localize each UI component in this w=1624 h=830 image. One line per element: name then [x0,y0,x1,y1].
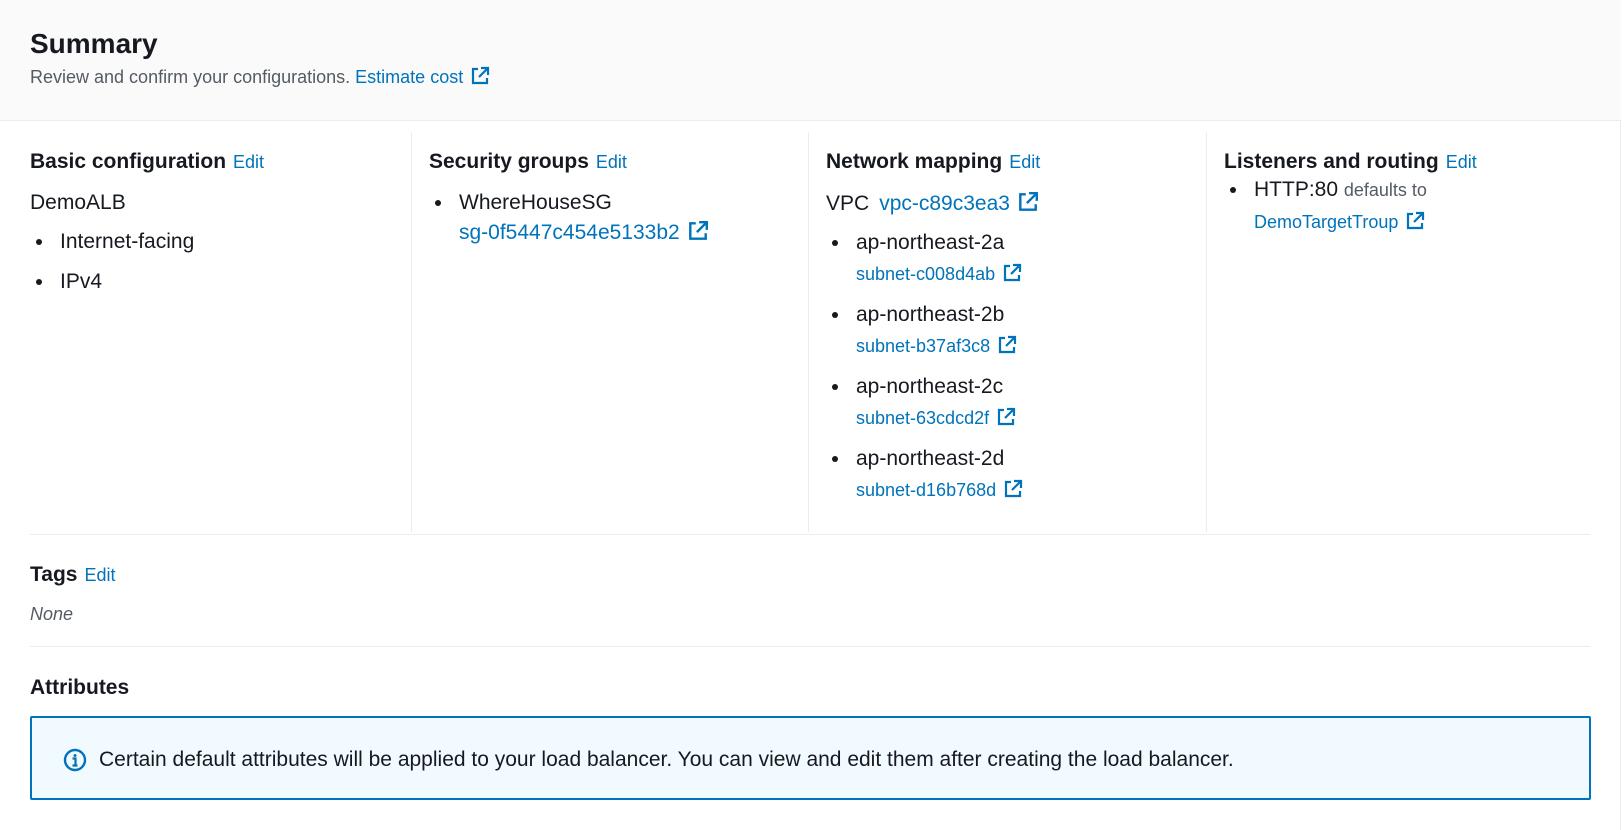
load-balancer-name: DemoALB [30,191,126,214]
subnet-id: subnet-63cdcd2f [856,408,990,428]
estimate-cost-label: Estimate cost [355,67,464,87]
listeners-routing-section: Listeners and routing Edit HTTP:80 defaul… [1206,132,1586,532]
network-mapping-heading: Network mapping Edit [826,150,1206,176]
vpc-label: VPC [826,192,870,215]
security-groups-list: WhereHouseSG sg-0f5447c454e5133b2 [429,189,809,246]
summary-panel: Summary Review and confirm your configur… [0,0,1621,830]
subnet-link[interactable]: subnet-c008d4ab [856,261,1206,288]
security-groups-section: Security groups Edit WhereHouseSG sg-0f54… [411,132,809,532]
listener-protocol-port: HTTP:80 [1254,178,1339,201]
external-link-icon [472,66,490,85]
attributes-info-message: Certain default attributes will be appli… [99,748,1234,771]
security-groups-heading: Security groups Edit [429,150,809,176]
summary-header: Summary Review and confirm your configur… [0,0,1621,121]
external-link-icon [1004,263,1022,282]
tags-heading-text: Tags [30,563,78,586]
external-link-icon [1019,191,1038,211]
availability-zone: ap-northeast-2a [856,231,1005,254]
security-group-name: WhereHouseSG [459,191,612,214]
external-link-icon [997,407,1016,426]
tags-heading: Tags Edit [30,563,116,587]
security-group-id-link[interactable]: sg-0f5447c454e5133b2 [459,219,809,246]
subnet-mapping-item: ap-northeast-2a subnet-c008d4ab [826,229,1206,288]
external-link-icon [1005,479,1023,498]
basic-configuration-heading: Basic configuration Edit [30,150,410,176]
subnet-link[interactable]: subnet-63cdcd2f [856,405,1206,432]
external-link-icon [999,335,1017,354]
listener-item: HTTP:80 defaults to DemoTargetTroup [1224,176,1586,236]
vpc-id-link[interactable]: vpc-c89c3ea3 [879,191,1039,215]
defaults-to-label: defaults to [1343,180,1427,200]
basic-configuration-edit-link[interactable]: Edit [233,152,264,172]
subnet-link[interactable]: subnet-d16b768d [856,477,1206,504]
basic-configuration-list: Internet-facing IPv4 [30,228,410,295]
subnet-mapping-item: ap-northeast-2d subnet-d16b768d [826,445,1206,504]
tags-value: None [30,604,74,624]
section-divider [30,646,1590,647]
info-icon [63,748,87,772]
target-group-link[interactable]: DemoTargetTroup [1254,209,1586,236]
subnet-id: subnet-b37af3c8 [856,336,991,356]
subnet-mapping-item: ap-northeast-2b subnet-b37af3c8 [826,301,1206,360]
subnet-mapping-list: ap-northeast-2a subnet-c008d4ab ap-north… [826,229,1206,504]
listeners-routing-edit-link[interactable]: Edit [1446,152,1477,172]
availability-zone: ap-northeast-2c [856,375,1004,398]
attributes-info-alert: Certain default attributes will be appli… [30,716,1591,800]
subnet-link[interactable]: subnet-b37af3c8 [856,333,1206,360]
network-mapping-edit-link[interactable]: Edit [1009,152,1040,172]
network-mapping-section: Network mapping Edit VPC vpc-c89c3ea3 ap-n… [808,132,1206,532]
basic-configuration-section: Basic configuration Edit DemoALB Internet… [30,132,410,532]
external-link-icon [1407,211,1425,230]
summary-description-text: Review and confirm your configurations. [30,67,351,87]
summary-title: Summary [30,28,158,59]
ip-address-type-item: IPv4 [30,268,410,295]
listeners-routing-heading-text: Listeners and routing [1224,150,1439,173]
security-group-id: sg-0f5447c454e5133b2 [459,221,680,244]
scheme-item: Internet-facing [30,228,410,255]
summary-description: Review and confirm your configurations. … [30,66,490,88]
security-groups-edit-link[interactable]: Edit [596,152,627,172]
vpc-row: VPC vpc-c89c3ea3 [826,191,1206,216]
tags-edit-link[interactable]: Edit [84,565,115,585]
security-groups-heading-text: Security groups [429,150,589,173]
basic-configuration-heading-text: Basic configuration [30,150,227,173]
availability-zone: ap-northeast-2b [856,303,1005,326]
listeners-list: HTTP:80 defaults to DemoTargetTroup [1224,176,1586,236]
section-divider [30,534,1590,535]
subnet-id: subnet-d16b768d [856,480,997,500]
external-link-icon [688,220,708,240]
attributes-heading: Attributes [30,676,130,699]
security-group-item: WhereHouseSG sg-0f5447c454e5133b2 [429,189,809,246]
network-mapping-heading-text: Network mapping [826,150,1003,173]
estimate-cost-link[interactable]: Estimate cost [355,66,490,87]
subnet-id: subnet-c008d4ab [856,264,996,284]
subnet-mapping-item: ap-northeast-2c subnet-63cdcd2f [826,373,1206,432]
availability-zone: ap-northeast-2d [856,447,1005,470]
vpc-id: vpc-c89c3ea3 [879,192,1010,215]
listeners-routing-heading: Listeners and routing Edit [1224,150,1586,176]
target-group-name: DemoTargetTroup [1254,212,1399,232]
